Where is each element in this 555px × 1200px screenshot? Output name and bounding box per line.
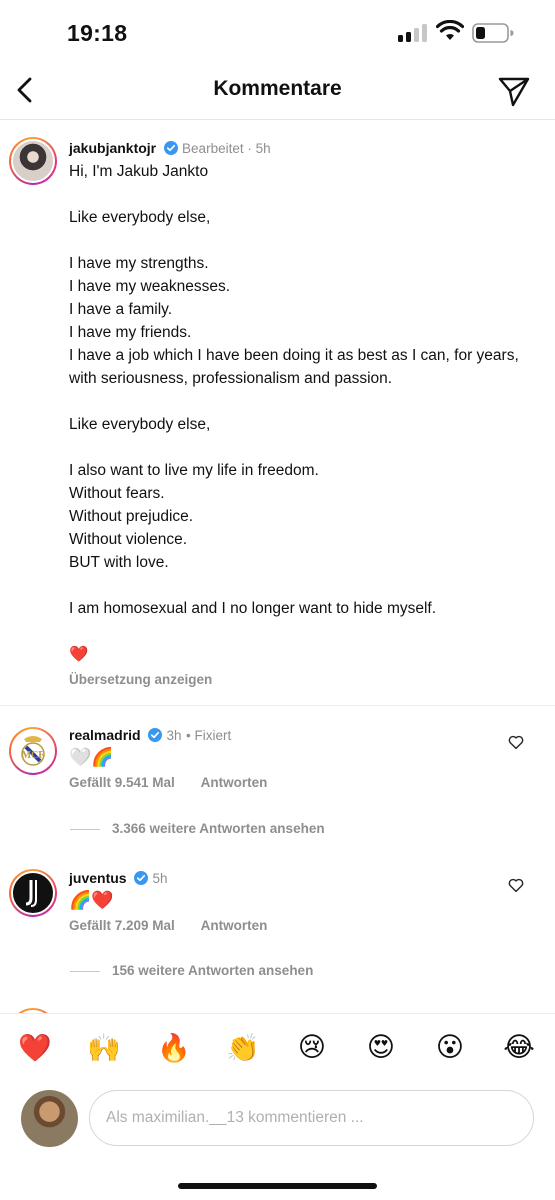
heart-outline-icon[interactable] bbox=[507, 733, 525, 751]
home-indicator[interactable] bbox=[178, 1183, 377, 1189]
caption-line: ❤️ bbox=[69, 646, 89, 663]
view-replies-label: 156 weitere Antworten ansehen bbox=[112, 963, 314, 978]
caption-meta: Bearbeitet · 5h bbox=[182, 141, 271, 156]
verified-badge-icon bbox=[134, 871, 149, 885]
caption-line: I have my strengths. bbox=[69, 255, 209, 272]
heart-outline-icon[interactable] bbox=[507, 876, 525, 894]
caption-line: Like everybody else, bbox=[69, 416, 211, 433]
caption-line: I am homosexual and I no longer want to … bbox=[69, 600, 437, 617]
emoji-clapping-button[interactable]: 👏 bbox=[225, 1032, 261, 1064]
caption-line: I also want to live my life in freedom. bbox=[69, 462, 319, 479]
author-avatar[interactable] bbox=[9, 137, 57, 185]
page-title: Kommentare bbox=[213, 77, 342, 100]
author-username[interactable]: jakubjanktojr bbox=[69, 140, 156, 156]
replies-dash bbox=[70, 970, 100, 972]
caption-text: Hi, I'm Jakub Jankto Like everybody else,… bbox=[69, 160, 529, 666]
caption-line: Like everybody else, bbox=[69, 209, 211, 226]
status-bar: 19:18 bbox=[0, 0, 555, 66]
comment-username[interactable]: realmadrid bbox=[69, 727, 141, 743]
current-user-avatar bbox=[21, 1090, 78, 1147]
emoji-fire-button[interactable]: 🔥 bbox=[156, 1032, 192, 1064]
caption-line: Without fears. bbox=[69, 485, 165, 502]
comments-header: Kommentare bbox=[0, 66, 555, 120]
emoji-laughing-button[interactable]: 😂 bbox=[501, 1032, 537, 1063]
comment-time: 5h bbox=[152, 871, 168, 886]
caption-line: Hi, I'm Jakub Jankto bbox=[69, 163, 209, 180]
emoji-raised-hands-button[interactable]: 🙌 bbox=[86, 1032, 122, 1064]
comment-text: 🌈❤️ bbox=[69, 890, 114, 910]
paper-plane-icon[interactable] bbox=[497, 74, 531, 108]
caption-line: BUT with love. bbox=[69, 554, 169, 571]
comment-item: juventus 5h 🌈❤️ Gefällt 7.209 Mal Antwor… bbox=[0, 870, 555, 960]
post-caption: jakubjanktojr Bearbeitet · 5h Hi, I'm Ja… bbox=[69, 140, 529, 687]
reply-button[interactable]: Antworten bbox=[201, 775, 268, 790]
divider bbox=[0, 705, 555, 706]
comment-input[interactable] bbox=[89, 1090, 534, 1146]
caption-line: Without violence. bbox=[69, 531, 188, 548]
view-more-replies[interactable]: 3.366 weitere Antworten ansehen bbox=[70, 821, 325, 836]
emoji-heart-button[interactable]: ❤️ bbox=[17, 1032, 53, 1064]
show-translation-link[interactable]: Übersetzung anzeigen bbox=[69, 672, 529, 687]
reply-button[interactable]: Antworten bbox=[201, 918, 268, 933]
caption-line: I have a job which I have been doing it … bbox=[69, 347, 519, 387]
battery-icon bbox=[472, 23, 514, 43]
comment-username[interactable]: juventus bbox=[69, 870, 127, 886]
pinned-label: Fixiert bbox=[194, 728, 232, 743]
status-time: 19:18 bbox=[67, 20, 128, 46]
emoji-crying-button[interactable]: 😢 bbox=[294, 1032, 330, 1063]
caption-line: Without prejudice. bbox=[69, 508, 194, 525]
emoji-surprised-button[interactable]: 😮 bbox=[432, 1032, 468, 1063]
like-count[interactable]: Gefällt 9.541 Mal bbox=[69, 775, 175, 790]
verified-badge-icon bbox=[148, 728, 163, 742]
caption-line: I have a family. bbox=[69, 301, 173, 318]
comment-time: 3h bbox=[166, 728, 182, 743]
view-more-replies[interactable]: 156 weitere Antworten ansehen bbox=[70, 963, 313, 978]
view-replies-label: 3.366 weitere Antworten ansehen bbox=[112, 821, 325, 836]
cellular-signal-icon bbox=[398, 24, 428, 42]
comment-composer-bar: ❤️ 🙌 🔥 👏 😢 😍 😮 😂 bbox=[0, 1013, 555, 1183]
comment-text: 🤍🌈 bbox=[69, 747, 114, 767]
caption-line: I have my friends. bbox=[69, 324, 192, 341]
replies-dash bbox=[70, 828, 100, 830]
emoji-heart-eyes-button[interactable]: 😍 bbox=[363, 1032, 399, 1063]
verified-badge-icon bbox=[163, 141, 178, 155]
like-count[interactable]: Gefällt 7.209 Mal bbox=[69, 918, 175, 933]
caption-line: I have my weaknesses. bbox=[69, 278, 231, 295]
wifi-icon bbox=[436, 20, 464, 40]
comment-item: realmadrid 3h • Fixiert 🤍🌈 Gefällt 9.541… bbox=[0, 727, 555, 817]
